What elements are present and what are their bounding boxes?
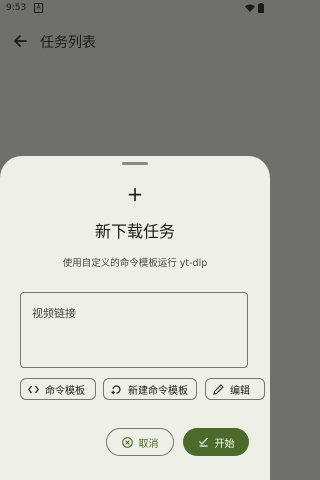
new-template-icon bbox=[110, 383, 122, 395]
status-time: 9:53 bbox=[6, 3, 27, 13]
pencil-icon bbox=[212, 383, 224, 395]
new-template-chip[interactable]: 新建命令模板 bbox=[103, 378, 197, 400]
code-icon bbox=[27, 383, 39, 395]
done-icon bbox=[198, 437, 209, 447]
notification-icon: A bbox=[34, 3, 43, 13]
sheet-title: 新下载任务 bbox=[94, 222, 175, 241]
command-template-chip[interactable]: 命令模板 bbox=[20, 378, 96, 400]
chip-label: 新建命令模板 bbox=[128, 385, 188, 397]
edit-chip[interactable]: 编辑 bbox=[205, 378, 265, 400]
chip-row: 命令模板 新建命令模板 编辑 bbox=[20, 378, 270, 402]
chip-label: 命令模板 bbox=[45, 385, 85, 397]
start-label: 开始 bbox=[214, 438, 235, 450]
chip-label: 编辑 bbox=[230, 385, 250, 397]
drag-handle[interactable] bbox=[122, 162, 148, 165]
status-icons bbox=[245, 3, 264, 13]
page-title: 任务列表 bbox=[40, 35, 96, 51]
battery-icon bbox=[258, 3, 264, 13]
arrow-back-icon bbox=[14, 35, 27, 47]
status-bar: 9:53 A bbox=[0, 0, 270, 16]
start-button[interactable]: 开始 bbox=[183, 428, 249, 456]
back-button[interactable] bbox=[10, 31, 30, 51]
cancel-icon bbox=[121, 436, 133, 448]
video-url-field[interactable]: 视频链接 bbox=[20, 292, 248, 368]
add-icon: + bbox=[126, 182, 144, 206]
top-app-bar: 任务列表 bbox=[0, 16, 270, 66]
cancel-label: 取消 bbox=[138, 438, 159, 450]
bottom-sheet: + 新下载任务 使用自定义的命令模板运行 yt-dlp 视频链接 命令模板 新建… bbox=[0, 156, 270, 480]
scrim[interactable] bbox=[0, 66, 270, 156]
cancel-button[interactable]: 取消 bbox=[106, 428, 174, 456]
url-placeholder: 视频链接 bbox=[32, 307, 76, 320]
sheet-subtitle: 使用自定义的命令模板运行 yt-dlp bbox=[62, 258, 208, 269]
wifi-icon bbox=[245, 4, 255, 12]
